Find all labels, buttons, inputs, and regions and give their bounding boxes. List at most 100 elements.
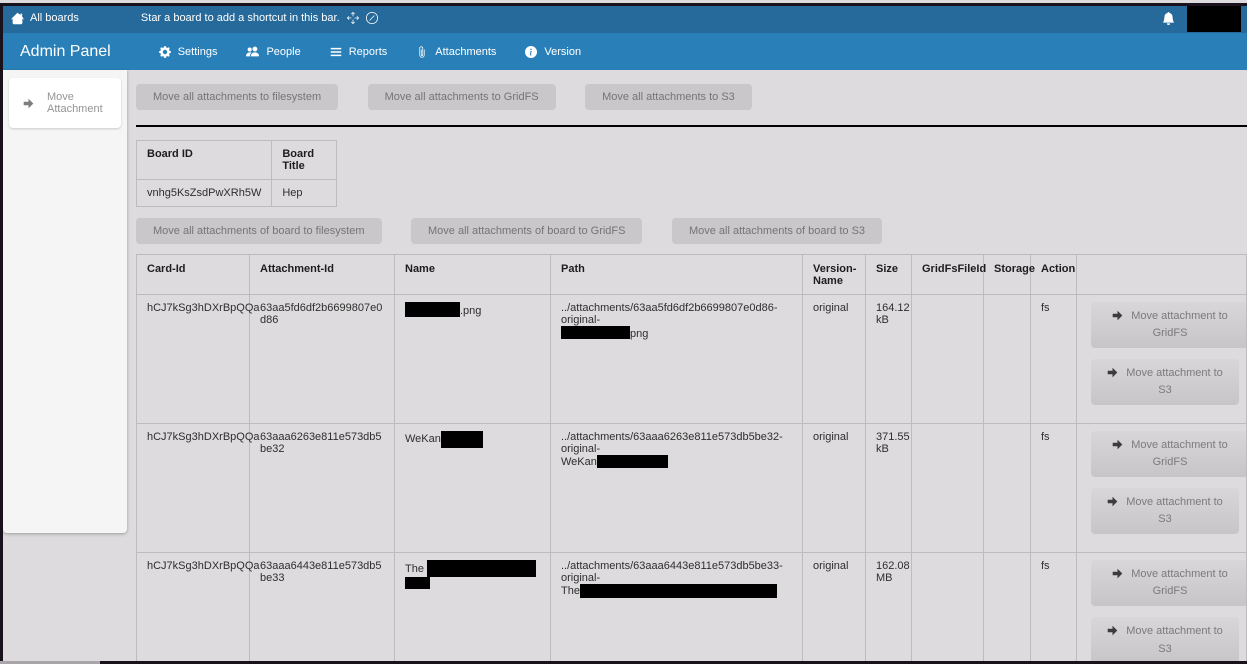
arrow-right-icon [1107,496,1118,507]
name-header: Name [395,255,551,295]
path-header: Path [551,255,803,295]
page-title: Admin Panel [20,43,111,61]
move-board-to-filesystem-button[interactable]: Move all attachments of board to filesys… [136,218,382,244]
arrows-move-icon[interactable] [347,12,359,24]
tab-version[interactable]: Version [525,46,581,58]
action-cell: fs [1031,295,1077,424]
attachment-id-cell: 63aaa6263e811e573db5be32 [250,424,395,553]
admin-sidebar: Move Attachment [3,70,127,533]
bell-icon[interactable] [1162,12,1175,25]
row-buttons-cell: Move attachment to GridFS Move attachmen… [1077,553,1247,664]
redacted-name [441,431,483,448]
board-id-value: vnhg5KsZsdPwXRh5W [137,180,272,207]
arrow-right-icon [1112,439,1123,450]
tab-reports[interactable]: Reports [330,46,388,58]
sidebar-item-label: Move Attachment [47,91,113,115]
move-attachment-to-gridfs-button[interactable]: Move attachment to GridFS [1091,431,1247,477]
path-line1: ../attachments/63aa5fd6df2b6699807e0d86-… [561,302,778,326]
storage-header: Storage [984,255,1031,295]
tab-version-label: Version [544,46,581,58]
tab-people[interactable]: People [246,45,300,58]
action-cell: fs [1031,424,1077,553]
move-all-to-s3-button[interactable]: Move all attachments to S3 [585,84,752,110]
top-bar: All boards Star a board to add a shortcu… [0,3,1247,33]
move-board-to-s3-button[interactable]: Move all attachments of board to S3 [672,218,882,244]
attachment-row: hCJ7kSg3hDXrBpQQa 63aa5fd6df2b6699807e0d… [137,295,1247,424]
attachment-row: hCJ7kSg3hDXrBpQQa 63aaa6263e811e573db5be… [137,424,1247,553]
move-board-to-gridfs-button[interactable]: Move all attachments of board to GridFS [411,218,642,244]
move-attachment-to-gridfs-button[interactable]: Move attachment to GridFS [1091,560,1247,606]
storage-cell [984,424,1031,553]
tab-attachments[interactable]: Attachments [416,46,496,58]
name-suffix: .png [460,305,481,317]
tab-settings-label: Settings [178,46,218,58]
board-id-header: Board ID [137,141,272,180]
window-edge-left [0,3,3,664]
version-name-cell: original [803,553,866,664]
version-name-header: Version-Name [803,255,866,295]
path-cell: ../attachments/63aaa6263e811e573db5be32-… [551,424,803,553]
button-label: Move attachment to S3 [1126,367,1223,396]
people-icon [246,45,259,58]
gridfsfileid-header: GridFsFileId [912,255,984,295]
name-cell: .png [395,295,551,424]
global-move-buttons: Move all attachments to filesystem Move … [136,84,1247,110]
path-line2-prefix: The [561,585,580,597]
arrow-right-icon [1107,367,1118,378]
buttons-header [1077,255,1247,295]
section-divider [136,125,1247,127]
version-name-cell: original [803,295,866,424]
move-attachment-to-gridfs-button[interactable]: Move attachment to GridFS [1091,302,1247,348]
button-label: Move attachment to S3 [1126,625,1223,654]
attachment-id-header: Attachment-Id [250,255,395,295]
name-cell: The [395,553,551,664]
arrow-right-icon [1112,310,1123,321]
redacted-path [561,326,630,339]
move-all-to-gridfs-button[interactable]: Move all attachments to GridFS [368,84,556,110]
redacted-name [405,302,460,317]
board-shortcut-hint: Star a board to add a shortcut in this b… [141,12,378,24]
gridfsfileid-cell [912,424,984,553]
action-header: Action [1031,255,1077,295]
admin-nav: Settings People Reports Attachments Vers… [159,45,610,58]
ban-icon[interactable] [366,12,378,24]
attachment-row: hCJ7kSg3hDXrBpQQa 63aaa6443e811e573db5be… [137,553,1247,664]
move-attachment-to-s3-button[interactable]: Move attachment to S3 [1091,617,1239,663]
attachments-header-row: Card-Id Attachment-Id Name Path Version-… [137,255,1247,295]
all-boards-link[interactable]: All boards [11,12,79,25]
redacted-name [405,577,430,589]
arrow-right-icon [1112,568,1123,579]
tab-people-label: People [266,46,300,58]
info-icon [525,46,537,58]
tab-settings[interactable]: Settings [159,46,218,58]
redacted-username[interactable] [1187,5,1241,32]
move-attachments-panel: Move all attachments to filesystem Move … [127,70,1247,664]
board-move-buttons: Move all attachments of board to filesys… [136,218,1247,244]
admin-header: Admin Panel Settings People Reports Atta… [0,33,1247,70]
redacted-name [427,560,536,577]
path-line1: ../attachments/63aaa6263e811e573db5be32-… [561,431,783,455]
move-attachment-to-s3-button[interactable]: Move attachment to S3 [1091,359,1239,405]
path-cell: ../attachments/63aa5fd6df2b6699807e0d86-… [551,295,803,424]
move-all-to-filesystem-button[interactable]: Move all attachments to filesystem [136,84,338,110]
card-id-cell: hCJ7kSg3hDXrBpQQa [137,553,250,664]
board-title-header: Board Title [272,141,337,180]
attachment-id-cell: 63aa5fd6df2b6699807e0d86 [250,295,395,424]
board-title-value: Hep [272,180,337,207]
name-prefix: The [405,563,427,575]
sidebar-item-move-attachment[interactable]: Move Attachment [9,78,121,128]
list-icon [330,46,342,58]
card-id-cell: hCJ7kSg3hDXrBpQQa [137,295,250,424]
row-buttons-cell: Move attachment to GridFS Move attachmen… [1077,295,1247,424]
path-line2-prefix: WeKan [561,456,597,468]
arrow-right-icon [1107,625,1118,636]
gridfsfileid-cell [912,295,984,424]
move-attachment-to-s3-button[interactable]: Move attachment to S3 [1091,488,1239,534]
attachments-table: Card-Id Attachment-Id Name Path Version-… [136,254,1247,664]
path-cell: ../attachments/63aaa6443e811e573db5be33-… [551,553,803,664]
arrow-right-icon [23,98,34,109]
row-buttons-cell: Move attachment to GridFS Move attachmen… [1077,424,1247,553]
path-line2-suffix: png [630,328,648,340]
tab-attachments-label: Attachments [435,46,496,58]
button-label: Move attachment to GridFS [1131,568,1228,597]
